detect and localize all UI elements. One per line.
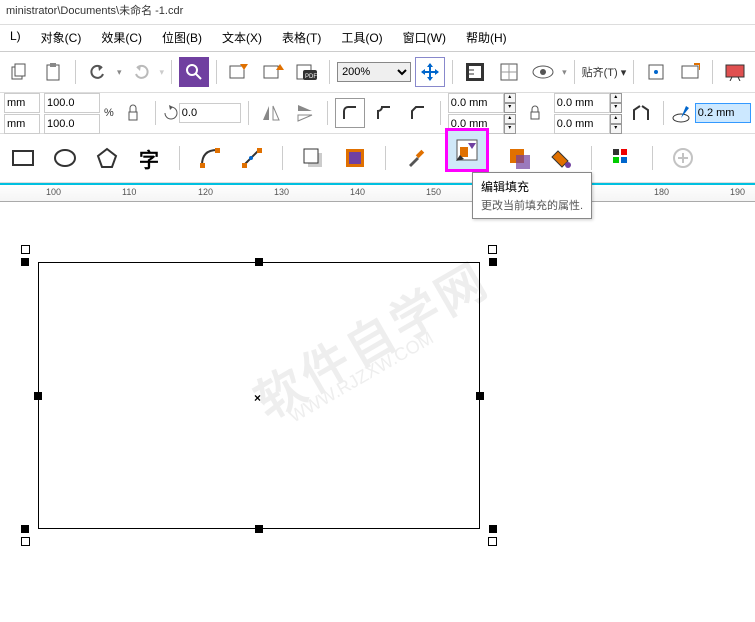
transparency-icon[interactable] (504, 143, 534, 173)
lock-ratio-icon[interactable] (118, 98, 148, 128)
handle-top-right[interactable] (488, 245, 497, 254)
height-input[interactable] (44, 114, 100, 134)
color-palette-icon[interactable] (607, 143, 637, 173)
menu-bitmap[interactable]: 位图(B) (152, 27, 212, 49)
handle-top[interactable] (255, 258, 263, 266)
ellipse-tool-icon[interactable] (50, 143, 80, 173)
preview-icon[interactable] (528, 57, 558, 87)
launch-icon[interactable] (675, 57, 705, 87)
corner-chamfer-icon[interactable] (403, 98, 433, 128)
handle-br[interactable] (489, 525, 497, 533)
menu-tools[interactable]: 工具(O) (331, 27, 392, 49)
eyedropper-icon[interactable] (401, 143, 431, 173)
copy-icon[interactable] (4, 57, 34, 87)
percent-label: % (104, 107, 114, 119)
menu-effects[interactable]: 效果(C) (91, 27, 152, 49)
outline-pen-icon[interactable] (671, 103, 691, 123)
fill-tool-icon[interactable] (546, 143, 576, 173)
paste-icon[interactable] (38, 57, 68, 87)
relative-corner-icon[interactable] (626, 98, 656, 128)
corner-round-icon[interactable] (335, 98, 365, 128)
search-icon[interactable] (179, 57, 209, 87)
handle-bl[interactable] (21, 525, 29, 533)
ruler-icon[interactable] (460, 57, 490, 87)
handle-left[interactable] (34, 392, 42, 400)
center-marker: × (254, 391, 261, 405)
shape-edit-icon[interactable] (195, 143, 225, 173)
export-icon[interactable] (258, 57, 288, 87)
rectangle-tool-icon[interactable] (8, 143, 38, 173)
add-icon[interactable] (668, 143, 698, 173)
corner-y2-input[interactable] (554, 114, 610, 134)
snap-dropdown[interactable]: 贴齐(T) ▾ (582, 64, 627, 80)
polygon-tool-icon[interactable] (92, 143, 122, 173)
options-icon[interactable] (641, 57, 671, 87)
menu-layout[interactable]: L) (0, 27, 31, 49)
pan-icon[interactable] (415, 57, 445, 87)
undo-icon[interactable] (83, 57, 113, 87)
outline-width-input[interactable] (695, 103, 751, 123)
menu-text[interactable]: 文本(X) (212, 27, 272, 49)
width-input[interactable] (44, 93, 100, 113)
pdf-icon[interactable]: PDF (292, 57, 322, 87)
tooltip-desc: 更改当前填充的属性. (481, 197, 583, 213)
handle-tr[interactable] (489, 258, 497, 266)
text-tool-icon[interactable]: 字 (134, 143, 164, 173)
canvas[interactable]: 软件自学网 WWW.RJZXW.COM × (0, 202, 755, 622)
menu-window[interactable]: 窗口(W) (393, 27, 456, 49)
mirror-h-icon[interactable] (256, 98, 286, 128)
node-edit-icon[interactable] (237, 143, 267, 173)
present-icon[interactable] (720, 57, 750, 87)
horizontal-ruler: 100 110 120 130 140 150 180 190 (0, 183, 755, 202)
mirror-v-icon[interactable] (290, 98, 320, 128)
standard-toolbar: ▾ ▾ PDF 200% ▾ 贴齐(T) ▾ (0, 52, 755, 93)
tooltip: 编辑填充 更改当前填充的属性. (472, 172, 592, 219)
y-pos-input[interactable] (4, 114, 40, 134)
handle-right[interactable] (476, 392, 484, 400)
menu-help[interactable]: 帮助(H) (456, 27, 517, 49)
rotation-input[interactable] (179, 103, 241, 123)
selected-rectangle[interactable]: × (38, 262, 480, 529)
lock-corners-icon[interactable] (520, 98, 550, 128)
svg-text:PDF: PDF (305, 74, 317, 80)
handle-bottom-left[interactable] (21, 537, 30, 546)
handle-bottom-right[interactable] (488, 537, 497, 546)
handle-bottom[interactable] (255, 525, 263, 533)
redo-icon[interactable] (126, 57, 156, 87)
edit-fill-button[interactable] (445, 128, 489, 172)
title-bar: ministrator\Documents\未命名 -1.cdr (0, 0, 755, 25)
handle-tl[interactable] (21, 258, 29, 266)
rotate-icon (163, 105, 179, 121)
import-icon[interactable] (224, 57, 254, 87)
x-pos-input[interactable] (4, 93, 40, 113)
contour-icon[interactable] (340, 143, 370, 173)
shadow-icon[interactable] (298, 143, 328, 173)
corner-x1-input[interactable] (448, 93, 504, 113)
tooltip-title: 编辑填充 (481, 178, 583, 195)
menu-bar: L) 对象(C) 效果(C) 位图(B) 文本(X) 表格(T) 工具(O) 窗… (0, 25, 755, 52)
zoom-select[interactable]: 200% (337, 62, 411, 82)
grid-icon[interactable] (494, 57, 524, 87)
handle-top-left[interactable] (21, 245, 30, 254)
menu-object[interactable]: 对象(C) (31, 27, 92, 49)
corner-x2-input[interactable] (554, 93, 610, 113)
property-bar: % ▴▾ ▴▾ ▴▾ ▴▾ (0, 93, 755, 134)
tools-toolbar: 字 (0, 134, 755, 183)
menu-table[interactable]: 表格(T) (272, 27, 331, 49)
corner-scallop-icon[interactable] (369, 98, 399, 128)
